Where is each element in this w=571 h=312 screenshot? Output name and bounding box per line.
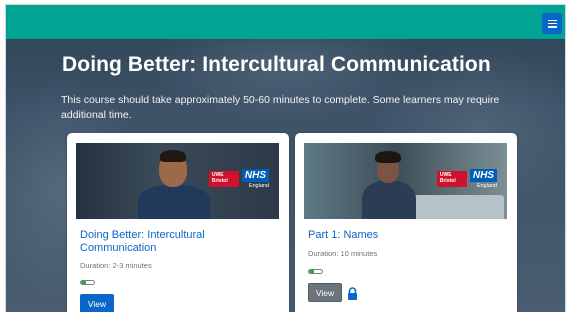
course-title-link[interactable]: Doing Better: Intercultural Communicatio…: [80, 229, 270, 255]
nhs-logo: NHS England: [241, 169, 269, 189]
presenter-figure: [138, 185, 210, 219]
top-bar: [6, 5, 565, 39]
presenter-figure: [362, 181, 416, 219]
course-thumbnail[interactable]: UWE Bristol NHS England: [76, 143, 279, 219]
progress-bar: [308, 269, 323, 274]
uwe-logo: UWE Bristol: [208, 171, 239, 187]
progress-fill: [81, 281, 86, 284]
nhs-logo-text: NHS: [469, 169, 497, 182]
course-title-link[interactable]: Part 1: Names: [308, 229, 498, 242]
menu-button[interactable]: [542, 13, 562, 34]
nhs-logo-subtext: England: [248, 183, 269, 189]
partner-logos: UWE Bristol NHS England: [436, 169, 497, 189]
course-card: UWE Bristol NHS England Part 1: Names Du…: [295, 133, 517, 312]
menu-icon: [547, 19, 557, 28]
uwe-logo: UWE Bristol: [436, 171, 467, 187]
progress-fill: [309, 270, 314, 273]
page-frame: Doing Better: Intercultural Communicatio…: [5, 4, 566, 312]
course-duration: Duration: 2-3 minutes: [80, 261, 152, 270]
view-button-disabled[interactable]: View: [308, 283, 342, 302]
bed-figure: [414, 195, 504, 219]
page-title: Doing Better: Intercultural Communicatio…: [62, 53, 491, 76]
presenter-hair: [375, 151, 401, 163]
partner-logos: UWE Bristol NHS England: [208, 169, 269, 189]
progress-bar: [80, 280, 95, 285]
nhs-logo-subtext: England: [476, 183, 497, 189]
course-duration: Duration: 10 minutes: [308, 249, 378, 258]
course-description: This course should take approximately 50…: [61, 94, 500, 121]
presenter-hair: [160, 150, 186, 162]
view-button[interactable]: View: [80, 294, 114, 312]
course-thumbnail[interactable]: UWE Bristol NHS England: [304, 143, 507, 219]
nhs-logo: NHS England: [469, 169, 497, 189]
nhs-logo-text: NHS: [241, 169, 269, 182]
course-card: UWE Bristol NHS England Doing Better: In…: [67, 133, 289, 312]
lock-icon: [348, 287, 357, 300]
